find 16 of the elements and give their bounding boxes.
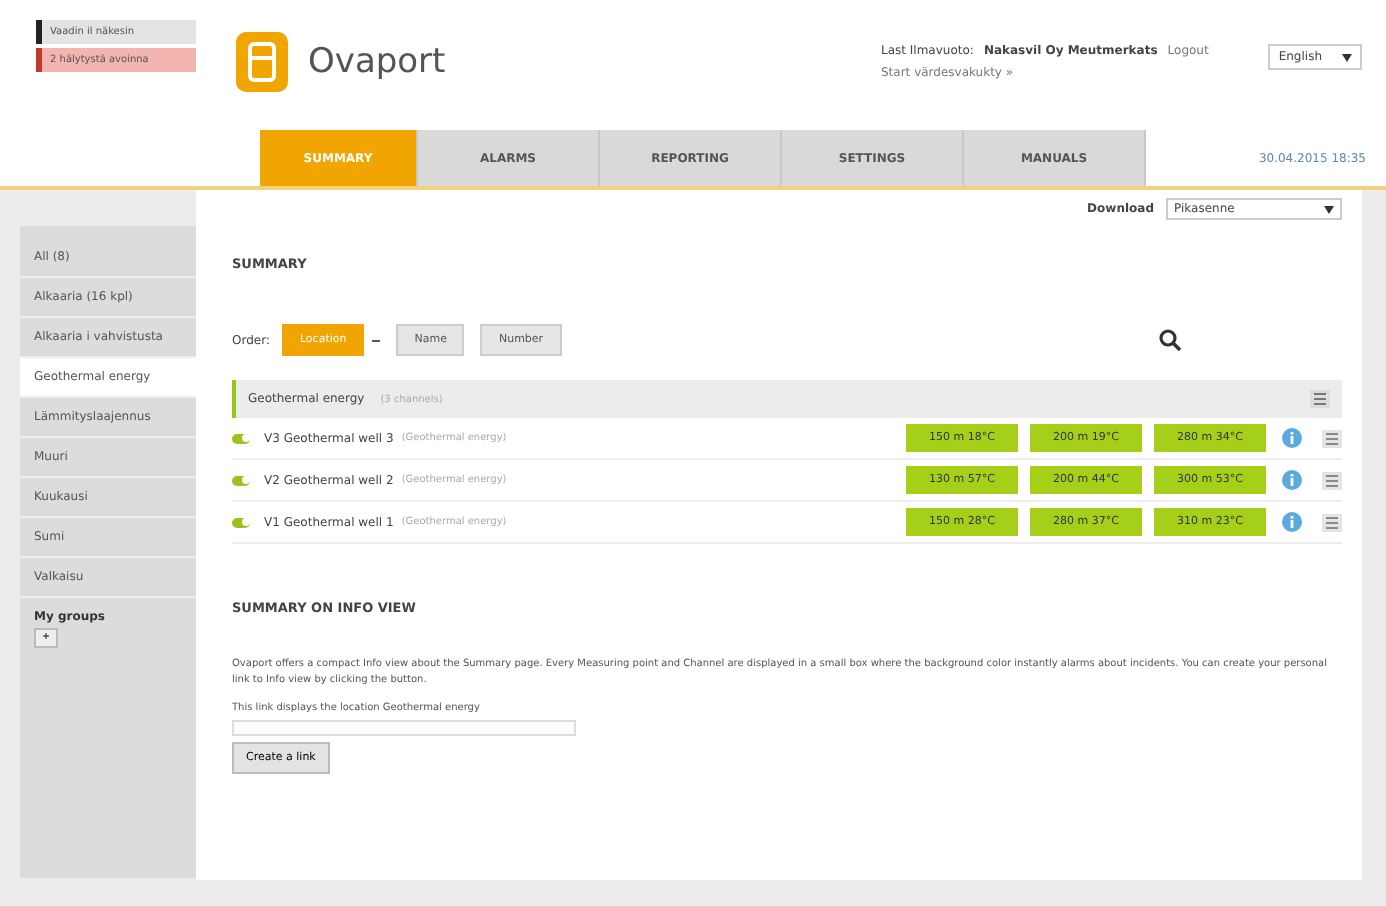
toggle-switch[interactable] (232, 433, 250, 443)
list-icon[interactable] (1322, 471, 1342, 489)
list-icon[interactable] (1322, 429, 1342, 447)
link-field[interactable] (232, 720, 576, 736)
list-icon[interactable] (1322, 513, 1342, 531)
toggle-switch[interactable] (232, 475, 250, 485)
caret-icon (1324, 205, 1334, 213)
logo-icon (236, 32, 288, 92)
info-icon[interactable] (1282, 428, 1302, 448)
caret-icon (1342, 53, 1352, 61)
search-icon[interactable] (1158, 328, 1182, 352)
list-icon[interactable] (1310, 390, 1330, 408)
info-icon[interactable] (1282, 512, 1302, 532)
info-icon[interactable] (1282, 470, 1302, 490)
toggle-switch[interactable] (232, 517, 250, 527)
logo-title: Ovaport (308, 42, 446, 82)
